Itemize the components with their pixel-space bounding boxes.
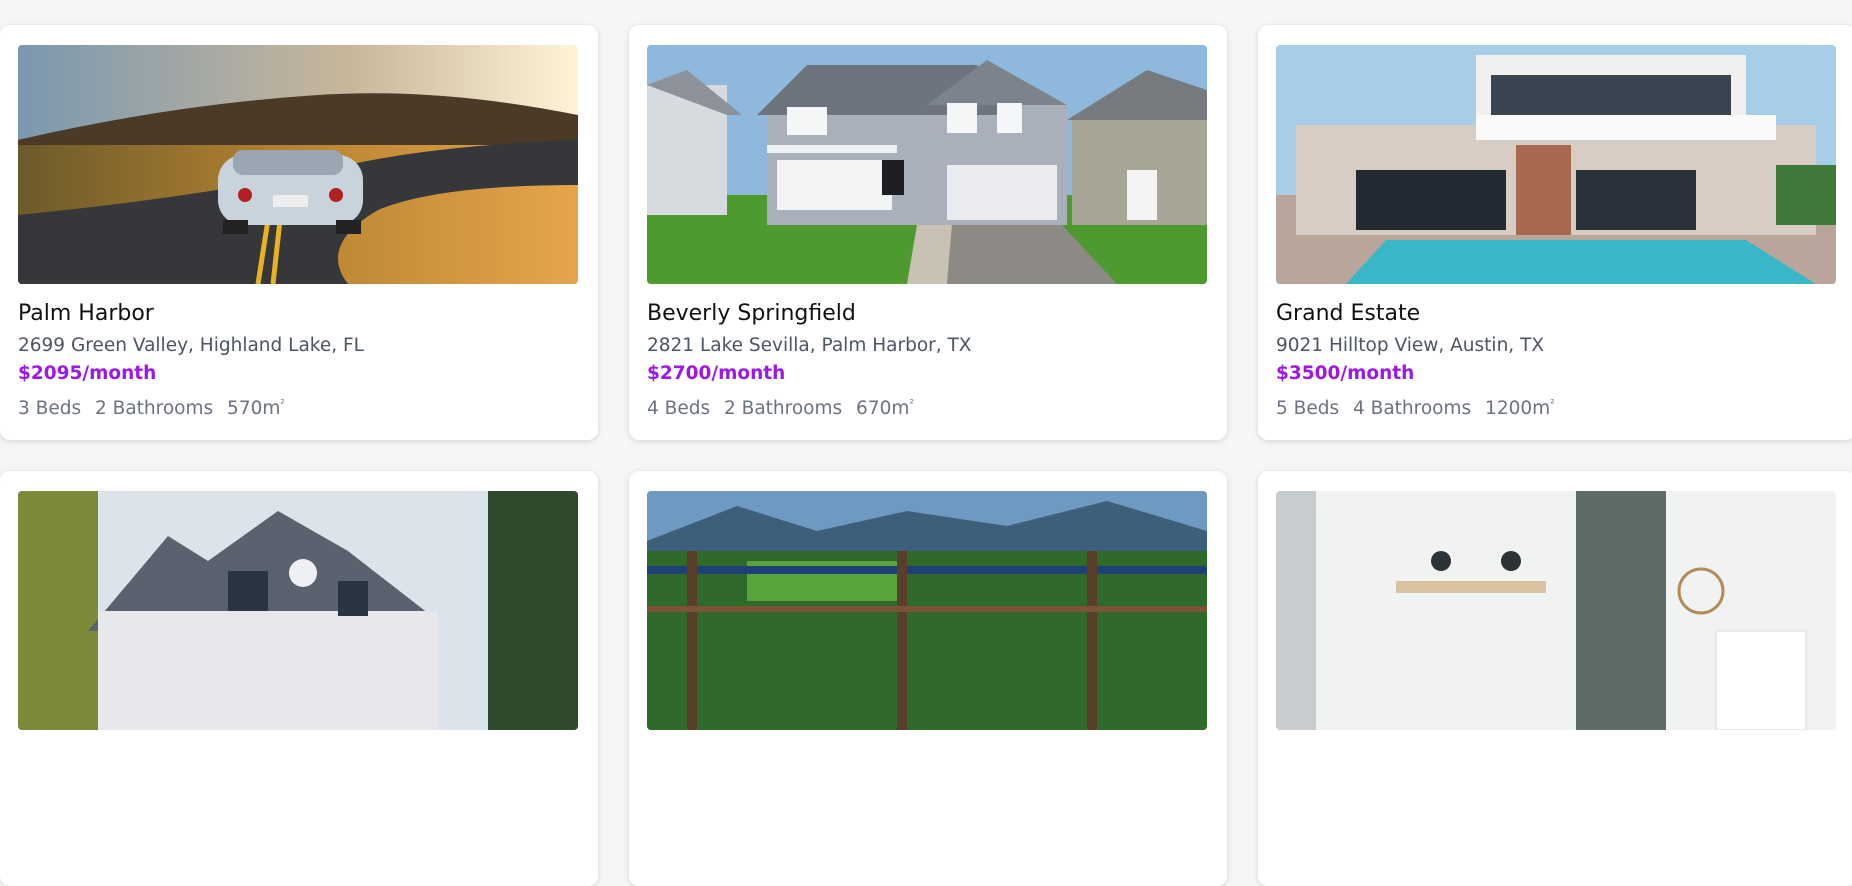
- area-value: 570m: [227, 398, 281, 420]
- listing-price: $3500/month: [1276, 363, 1415, 384]
- modern-villa-pool-photo: [1276, 45, 1836, 284]
- listing-title[interactable]: Beverly Springfield: [647, 300, 1209, 328]
- baths-count: 2 Bathrooms: [724, 398, 843, 420]
- listing-specs: 5 Beds 4 Bathrooms 1200m²: [1276, 391, 1838, 422]
- area-value: 1200m: [1485, 398, 1551, 420]
- area-unit: ²: [280, 397, 285, 410]
- listing-title[interactable]: Grand Estate: [1276, 300, 1838, 328]
- listing-card[interactable]: Beverly Springfield 2821 Lake Sevilla, P…: [629, 25, 1227, 440]
- beds-count: 3 Beds: [18, 398, 82, 420]
- listing-specs: 4 Beds 2 Bathrooms 670m²: [647, 391, 1209, 422]
- listing-address: 9021 Hilltop View, Austin, TX: [1276, 335, 1545, 356]
- listing-specs: 3 Beds 2 Bathrooms 570m²: [18, 391, 580, 422]
- listing-address: 2821 Lake Sevilla, Palm Harbor, TX: [647, 335, 972, 356]
- area-size: 1200m²: [1485, 397, 1555, 420]
- baths-count: 2 Bathrooms: [95, 398, 214, 420]
- listing-card[interactable]: [0, 471, 598, 886]
- listing-photo[interactable]: [1276, 491, 1836, 730]
- area-unit: ²: [1550, 397, 1555, 410]
- area-size: 670m²: [856, 397, 914, 420]
- listing-price: $2700/month: [647, 363, 786, 384]
- listing-card[interactable]: [1258, 471, 1852, 886]
- listing-title[interactable]: Palm Harbor: [18, 300, 580, 328]
- bright-interior-kitchen-photo: [1276, 491, 1836, 730]
- listing-photo[interactable]: [647, 491, 1207, 730]
- area-size: 570m²: [227, 397, 285, 420]
- mountain-balcony-view-photo: [647, 491, 1207, 730]
- baths-count: 4 Bathrooms: [1353, 398, 1472, 420]
- listing-card[interactable]: Grand Estate 9021 Hilltop View, Austin, …: [1258, 25, 1852, 440]
- suburban-house-photo: [647, 45, 1207, 284]
- listing-price: $2095/month: [18, 363, 157, 384]
- victorian-house-photo: [18, 491, 578, 730]
- listing-card[interactable]: [629, 471, 1227, 886]
- listing-photo[interactable]: [647, 45, 1207, 284]
- listing-photo[interactable]: [1276, 45, 1836, 284]
- area-value: 670m: [856, 398, 910, 420]
- listing-card[interactable]: Palm Harbor 2699 Green Valley, Highland …: [0, 25, 598, 440]
- listing-photo[interactable]: [18, 491, 578, 730]
- listings-grid: Palm Harbor 2699 Green Valley, Highland …: [0, 25, 1852, 886]
- car-on-road-photo: [18, 45, 578, 284]
- listing-address: 2699 Green Valley, Highland Lake, FL: [18, 335, 364, 356]
- beds-count: 5 Beds: [1276, 398, 1340, 420]
- area-unit: ²: [909, 397, 914, 410]
- listing-photo[interactable]: [18, 45, 578, 284]
- beds-count: 4 Beds: [647, 398, 711, 420]
